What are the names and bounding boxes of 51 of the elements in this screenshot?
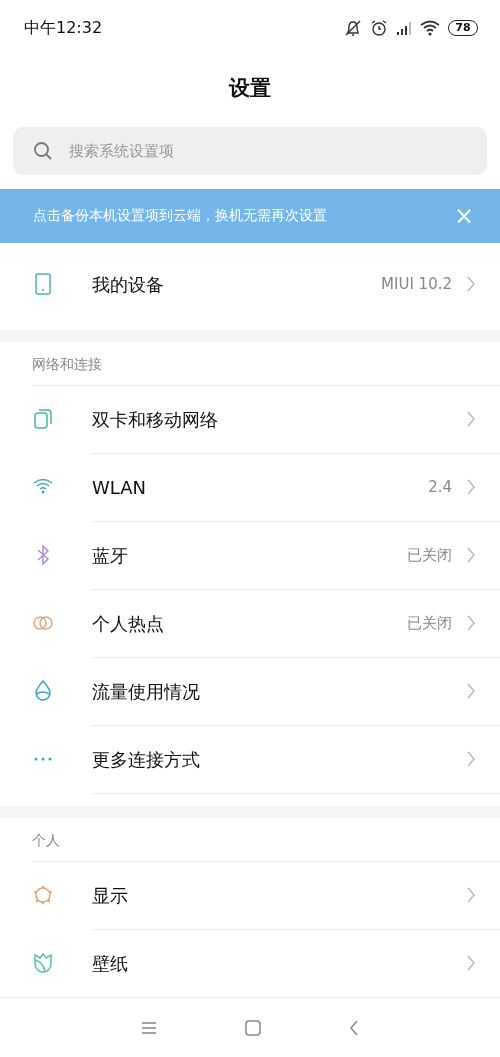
settings-row[interactable]: WLAN 2.4 xyxy=(0,453,500,521)
banner-text: 点击备份本机设置项到云端，换机无需再次设置 xyxy=(33,206,327,225)
tulip-icon xyxy=(33,952,53,974)
page-title: 设置 xyxy=(227,75,272,102)
row-label: WLAN xyxy=(92,475,148,500)
section-header: 网络和连接 xyxy=(32,341,500,386)
droplet-icon xyxy=(33,680,53,702)
wifi-icon xyxy=(420,19,440,36)
sim-cards-icon xyxy=(33,408,53,430)
settings-row[interactable]: 双卡和移动网络 xyxy=(0,385,500,453)
chevron-right-icon xyxy=(466,546,476,564)
phone-icon xyxy=(33,273,53,295)
settings-row[interactable]: 壁纸 xyxy=(0,929,500,997)
signal-icon xyxy=(396,20,412,35)
row-label: 个人热点 xyxy=(92,611,165,636)
row-value: 2.4 xyxy=(428,476,452,498)
row-label: 流量使用情况 xyxy=(92,679,201,704)
home-icon[interactable] xyxy=(245,1019,261,1036)
sun-icon xyxy=(33,884,53,906)
row-label: 蓝牙 xyxy=(92,543,129,568)
dots-icon xyxy=(33,757,53,761)
row-value: 已关闭 xyxy=(407,544,452,566)
row-label: 显示 xyxy=(92,883,129,908)
settings-row[interactable]: 蓝牙 已关闭 xyxy=(0,521,500,589)
back-icon[interactable] xyxy=(349,1019,359,1036)
settings-row[interactable]: 个人热点 已关闭 xyxy=(0,589,500,657)
search-icon xyxy=(33,140,53,161)
row-label: 我的设备 xyxy=(92,272,165,297)
row-value: MIUI 10.2 xyxy=(381,273,452,295)
search-field[interactable]: 搜索系统设置项 xyxy=(13,126,487,175)
bell-off-icon xyxy=(344,18,362,37)
chevron-right-icon xyxy=(466,682,476,700)
chevron-right-icon xyxy=(466,886,476,904)
row-value: 已关闭 xyxy=(407,612,452,634)
chevron-right-icon xyxy=(466,410,476,428)
settings-row[interactable]: 流量使用情况 xyxy=(0,657,500,725)
chevron-right-icon xyxy=(466,275,476,293)
chevron-right-icon xyxy=(466,750,476,768)
row-label: 双卡和移动网络 xyxy=(92,407,219,432)
chevron-right-icon xyxy=(466,614,476,632)
chevron-right-icon xyxy=(466,478,476,496)
settings-row[interactable]: 更多连接方式 xyxy=(0,725,500,793)
row-label: 壁纸 xyxy=(92,951,129,976)
chevron-right-icon xyxy=(466,954,476,972)
row-label: 更多连接方式 xyxy=(92,747,201,772)
section-header: 个人 xyxy=(32,817,500,862)
settings-row[interactable]: 我的设备 MIUI 10.2 xyxy=(0,250,500,318)
alarm-icon xyxy=(370,18,388,37)
status-time: 中午12:32 xyxy=(24,16,103,39)
settings-row[interactable]: 显示 xyxy=(0,861,500,929)
menu-icon[interactable] xyxy=(141,1020,157,1035)
